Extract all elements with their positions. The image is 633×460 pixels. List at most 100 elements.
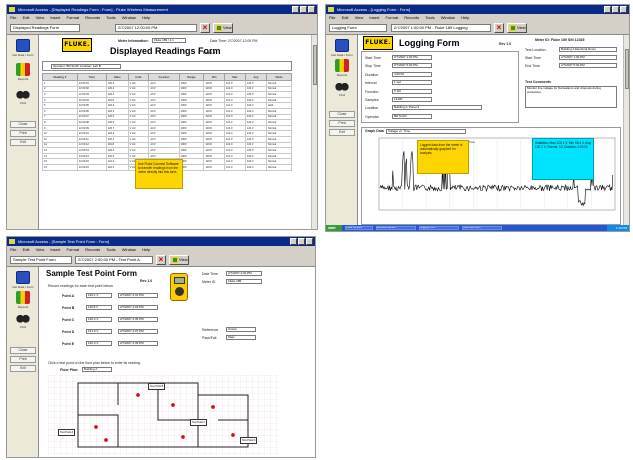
test-point-marker[interactable] (211, 405, 215, 409)
close-button[interactable] (306, 238, 313, 245)
test-point-marker[interactable] (171, 403, 175, 407)
menu-help[interactable]: Help (142, 15, 150, 20)
menu-insert[interactable]: Insert (50, 247, 60, 252)
print-button[interactable]: Print (10, 356, 36, 363)
test-point-value[interactable]: 120.1 V (86, 293, 112, 298)
view-button[interactable]: View (507, 23, 527, 33)
column-header[interactable]: Reading # (42, 73, 78, 81)
field-value[interactable]: 2/7/2007 1:00 PM (392, 55, 432, 60)
vertical-scrollbar[interactable] (623, 35, 629, 225)
test-point-marker[interactable] (94, 425, 98, 429)
delete-record-button[interactable]: × (200, 23, 210, 33)
field-value[interactable]: Bill Smith (392, 113, 432, 119)
test-point-marker[interactable] (104, 438, 108, 442)
column-header[interactable]: Avg (244, 73, 267, 81)
close-button[interactable] (620, 6, 627, 13)
nav-reports[interactable]: Reports (7, 63, 39, 81)
close-form-button[interactable]: Close (10, 347, 36, 354)
table-cell[interactable]: 120.2 (105, 163, 129, 171)
room-label[interactable]: Test Point A (58, 429, 76, 436)
record-selector[interactable]: 2/7/2007 1:00:00 PM - Fluke 189 Logging (391, 24, 491, 32)
test-point-value[interactable]: 119.8 V (86, 305, 112, 310)
graph-selector[interactable]: Voltage vs. Time (386, 129, 466, 134)
exit-button[interactable]: Exit (10, 365, 36, 372)
taskbar-item[interactable]: Fluke Connect (345, 226, 373, 230)
form-selector[interactable]: Displayed Readings Form (10, 24, 80, 32)
menu-view[interactable]: View (36, 247, 45, 252)
vertical-scrollbar[interactable] (311, 35, 317, 229)
nav-find[interactable]: Find (7, 311, 39, 329)
nav-find[interactable]: Find (326, 79, 358, 97)
field-value[interactable]: 2/7/2007 2:00 PM (226, 271, 262, 276)
print-button[interactable]: Print (329, 120, 355, 127)
test-point-time[interactable]: 2/7/2007 2:07 PM (118, 329, 158, 334)
menu-tools[interactable]: Tools (106, 15, 115, 20)
view-button[interactable]: View (169, 255, 189, 265)
test-point-time[interactable]: 2/7/2007 2:03 PM (118, 305, 158, 310)
field-value[interactable]: 2/7/2007 1:00 PM (559, 55, 617, 60)
test-point-value[interactable]: 121.0 V (86, 329, 112, 334)
field-value[interactable]: Pass (226, 335, 256, 340)
taskbar-item[interactable]: Test Point Form (462, 226, 502, 230)
field-value[interactable]: Circuit (226, 327, 256, 332)
menu-view[interactable]: View (355, 15, 364, 20)
field-value[interactable]: 14400 (392, 97, 432, 102)
test-point-time[interactable]: 2/7/2007 2:05 PM (118, 317, 158, 322)
table-cell[interactable]: 16 (42, 163, 78, 171)
exit-button[interactable]: Exit (10, 139, 36, 146)
delete-record-button[interactable]: × (494, 23, 504, 33)
menu-file[interactable]: File (10, 247, 16, 252)
menu-view[interactable]: View (36, 15, 45, 20)
meter-field[interactable]: Fluke 189 / 1.1 (152, 38, 186, 43)
start-button[interactable]: start (326, 225, 342, 231)
menu-help[interactable]: Help (461, 15, 469, 20)
field-value[interactable]: Fluke 189 (226, 279, 262, 284)
room-label[interactable]: Test Point B (148, 383, 166, 390)
nav-get-data[interactable]: Get Data / Form (7, 271, 39, 289)
form-selector[interactable]: Logging Form (329, 24, 387, 32)
room-label[interactable]: Test Point D (240, 437, 258, 444)
menu-records[interactable]: Records (85, 247, 100, 252)
notes-field[interactable]: Monitor line voltage for fluctuations an… (525, 86, 617, 108)
maximize-button[interactable] (300, 6, 307, 13)
column-header[interactable]: Units (127, 73, 150, 81)
close-form-button[interactable]: Close (329, 111, 355, 118)
menu-help[interactable]: Help (142, 247, 150, 252)
table-cell[interactable]: 121.0 (223, 163, 246, 171)
menu-insert[interactable]: Insert (50, 15, 60, 20)
maximize-button[interactable] (298, 238, 305, 245)
floorplan-selector[interactable]: Building A (82, 367, 112, 372)
nav-find[interactable]: Find (7, 87, 39, 105)
record-selector[interactable]: 2/7/2007 2:00:00 PM - Test Point A (75, 256, 153, 264)
menu-tools[interactable]: Tools (106, 247, 115, 252)
menu-edit[interactable]: Edit (23, 247, 30, 252)
print-button[interactable]: Print (10, 130, 36, 137)
view-button[interactable]: View (213, 23, 233, 33)
menu-format[interactable]: Format (66, 247, 79, 252)
menu-window[interactable]: Window (441, 15, 455, 20)
form-selector[interactable]: Sample Test Point Form (10, 256, 72, 264)
menu-file[interactable]: File (10, 15, 16, 20)
menu-window[interactable]: Window (122, 247, 136, 252)
field-value[interactable]: 2/7/2007 5:00 PM (559, 63, 617, 68)
menu-insert[interactable]: Insert (369, 15, 379, 20)
test-point-time[interactable]: 2/7/2007 2:09 PM (118, 341, 158, 346)
room-label[interactable]: Test Point C (190, 419, 208, 426)
column-header[interactable]: Max (223, 73, 246, 81)
scrollbar-thumb[interactable] (313, 45, 317, 85)
scrollbar-thumb[interactable] (625, 49, 629, 89)
test-point-marker[interactable] (231, 433, 235, 437)
menu-format[interactable]: Format (66, 15, 79, 20)
column-header[interactable]: Function (148, 73, 180, 81)
menu-window[interactable]: Window (122, 15, 136, 20)
test-point-time[interactable]: 2/7/2007 2:01 PM (118, 293, 158, 298)
minimize-button[interactable] (604, 6, 611, 13)
menu-edit[interactable]: Edit (342, 15, 349, 20)
maximize-button[interactable] (612, 6, 619, 13)
test-point-value[interactable]: 120.4 V (86, 317, 112, 322)
delete-record-button[interactable]: × (156, 255, 166, 265)
test-point-marker[interactable] (181, 435, 185, 439)
table-cell[interactable]: 119.8 (203, 163, 225, 171)
test-point-value[interactable]: 120.3 V (86, 341, 112, 346)
minimize-button[interactable] (292, 6, 299, 13)
